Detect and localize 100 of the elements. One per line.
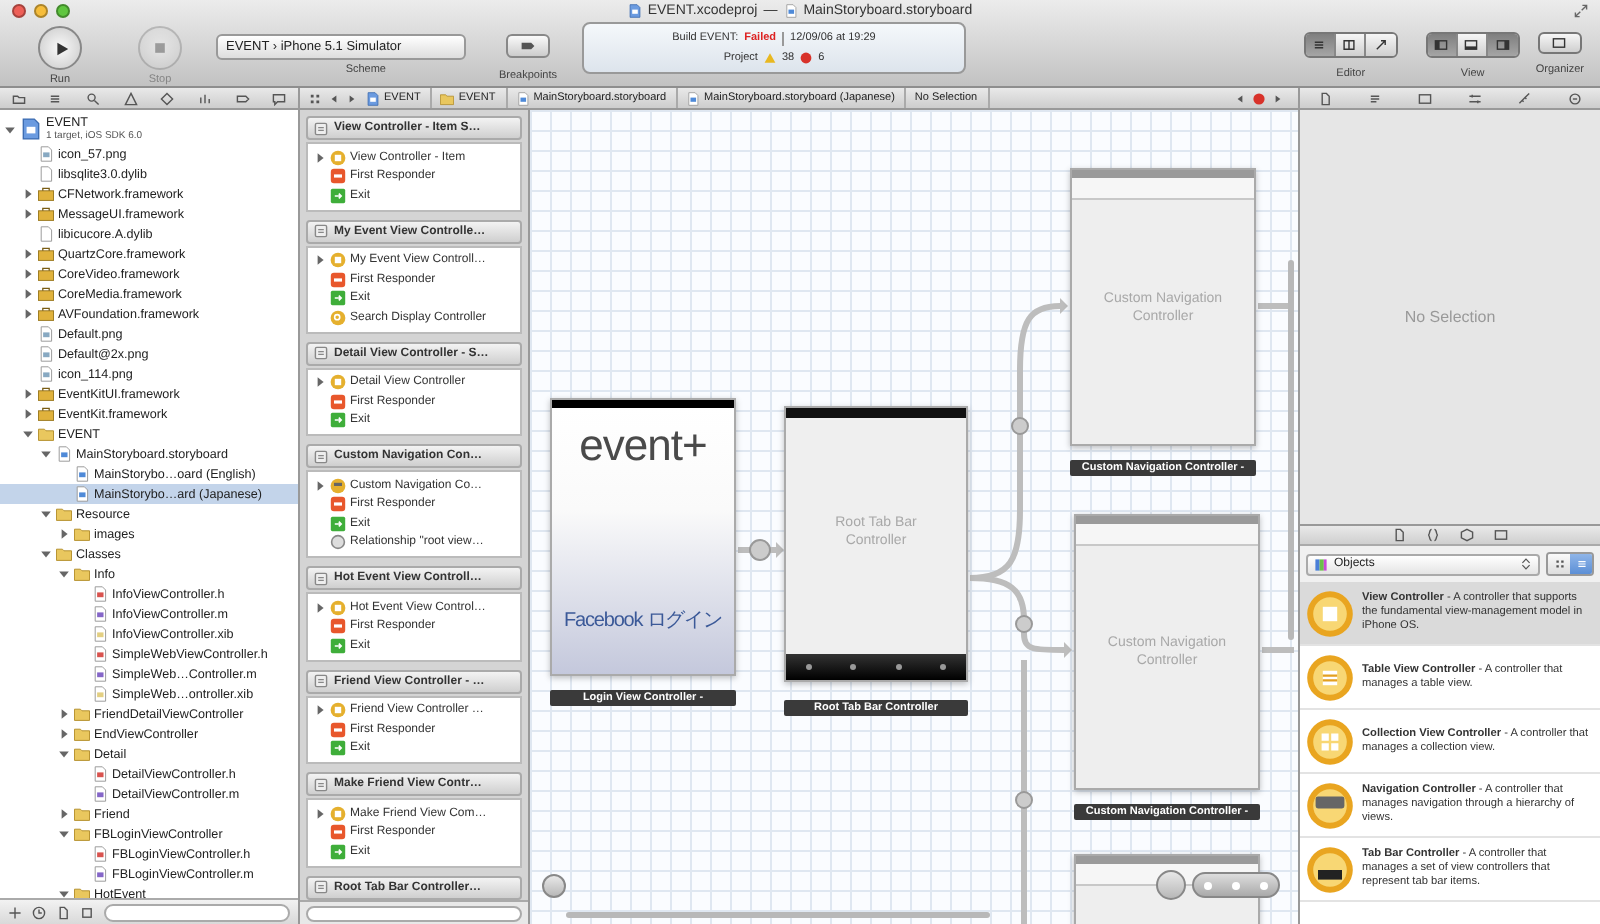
disclosure-triangle-icon[interactable] [314, 807, 326, 820]
editor-mode-button[interactable] [1365, 34, 1396, 56]
disclosure-triangle-icon[interactable] [22, 388, 34, 400]
arrow-circle-icon[interactable] [1568, 91, 1582, 105]
disclosure-triangle-icon[interactable] [4, 123, 16, 135]
editor-mode-button[interactable] [1305, 34, 1336, 56]
disclosure-triangle-icon[interactable] [58, 888, 70, 898]
controller-icon [1306, 845, 1354, 893]
view-toggle-button[interactable] [1427, 34, 1458, 56]
segue-line [1258, 303, 1294, 309]
clock-icon[interactable] [32, 905, 46, 919]
id-card-icon[interactable] [1418, 91, 1432, 105]
minimize-button[interactable] [34, 4, 48, 18]
disclosure-triangle-icon[interactable] [58, 708, 70, 720]
bars-icon[interactable] [197, 91, 212, 105]
disclosure-triangle-icon[interactable] [22, 428, 34, 440]
document-icon[interactable] [1318, 91, 1332, 105]
breakpoints-button[interactable] [506, 34, 550, 58]
fullscreen-icon[interactable] [1574, 4, 1588, 18]
disclosure-triangle-icon[interactable] [314, 254, 326, 267]
scene-icon [314, 880, 328, 894]
back-arrow-icon[interactable] [1234, 91, 1246, 105]
list-icon [1575, 558, 1587, 570]
facebook-login-link[interactable]: Facebook ログイン [564, 606, 722, 634]
circle-button[interactable] [542, 874, 566, 898]
zoom-control[interactable] [1192, 872, 1280, 898]
film-icon[interactable] [1494, 528, 1508, 542]
storyboard-file-icon [74, 466, 90, 482]
circle-icon [330, 534, 346, 551]
close-button[interactable] [12, 4, 26, 18]
bubble-icon[interactable] [272, 91, 287, 105]
disclosure-triangle-icon[interactable] [22, 208, 34, 220]
lines-icon[interactable] [1368, 91, 1382, 105]
scroll-bar[interactable] [1288, 260, 1294, 640]
warning-icon[interactable] [123, 91, 138, 105]
forward-arrow-icon[interactable] [1272, 91, 1284, 105]
cube-icon [330, 271, 346, 288]
run-button[interactable] [38, 26, 82, 70]
scene-icon [314, 674, 328, 688]
disclosure-triangle-icon[interactable] [314, 704, 326, 717]
disclosure-triangle-icon[interactable] [58, 748, 70, 760]
folder-icon[interactable] [11, 91, 26, 105]
document-icon[interactable] [1392, 528, 1406, 542]
disclosure-triangle-icon[interactable] [22, 248, 34, 260]
braces-icon[interactable] [1426, 528, 1440, 542]
disclosure-triangle-icon[interactable] [22, 288, 34, 300]
disclosure-triangle-icon[interactable] [58, 568, 70, 580]
project-file-icon [20, 118, 42, 140]
disclosure-triangle-icon[interactable] [22, 268, 34, 280]
project-file-icon [627, 4, 642, 18]
diamond-icon[interactable] [160, 91, 175, 105]
plus-icon[interactable] [8, 905, 22, 919]
forward-arrow-icon[interactable] [346, 91, 358, 105]
zoom-button[interactable] [56, 4, 70, 18]
lines-icon [1312, 38, 1327, 52]
project-file-icon [366, 91, 380, 105]
document-icon[interactable] [56, 905, 70, 919]
disclosure-triangle-icon[interactable] [314, 479, 326, 492]
grid-icon[interactable] [308, 91, 322, 105]
organizer-button[interactable] [1537, 32, 1582, 54]
search-icon[interactable] [86, 91, 101, 105]
view-toggle-button[interactable] [1487, 34, 1518, 56]
controller-icon [330, 374, 346, 391]
scroll-bar[interactable] [566, 912, 990, 918]
disclosure-triangle-icon[interactable] [314, 376, 326, 389]
list-view-button[interactable] [1570, 554, 1592, 574]
header-file-icon [92, 646, 108, 662]
cube-icon [330, 721, 346, 738]
view-toggle-button[interactable] [1457, 34, 1488, 56]
disclosure-triangle-icon[interactable] [40, 508, 52, 520]
disclosure-triangle-icon[interactable] [58, 828, 70, 840]
header-file-icon [92, 846, 108, 862]
box-icon[interactable] [80, 905, 94, 919]
filter-field[interactable] [306, 905, 522, 921]
disclosure-triangle-icon[interactable] [58, 808, 70, 820]
ruler-icon[interactable] [1518, 91, 1532, 105]
editor-mode-button[interactable] [1335, 34, 1366, 56]
disclosure-triangle-icon[interactable] [58, 728, 70, 740]
exit-icon [330, 843, 346, 860]
folder-icon [38, 426, 54, 442]
toolbox-icon [38, 246, 54, 262]
disclosure-triangle-icon[interactable] [58, 528, 70, 540]
disclosure-triangle-icon[interactable] [22, 408, 34, 420]
scene-icon [314, 121, 328, 135]
scene-icon [314, 224, 328, 238]
controller-icon [1306, 589, 1354, 637]
disclosure-triangle-icon[interactable] [314, 601, 326, 614]
disclosure-triangle-icon[interactable] [314, 151, 326, 164]
tag-icon[interactable] [235, 91, 250, 105]
list-icon[interactable] [48, 91, 63, 105]
sliders-icon[interactable] [1468, 91, 1482, 105]
back-arrow-icon[interactable] [328, 91, 340, 105]
disclosure-triangle-icon[interactable] [40, 448, 52, 460]
disclosure-triangle-icon[interactable] [40, 548, 52, 560]
grid-view-button[interactable] [1548, 554, 1570, 574]
cube-icon[interactable] [1460, 528, 1474, 542]
filter-field[interactable] [104, 903, 290, 921]
disclosure-triangle-icon[interactable] [22, 188, 34, 200]
disclosure-triangle-icon[interactable] [22, 308, 34, 320]
error-icon[interactable] [1252, 91, 1266, 105]
